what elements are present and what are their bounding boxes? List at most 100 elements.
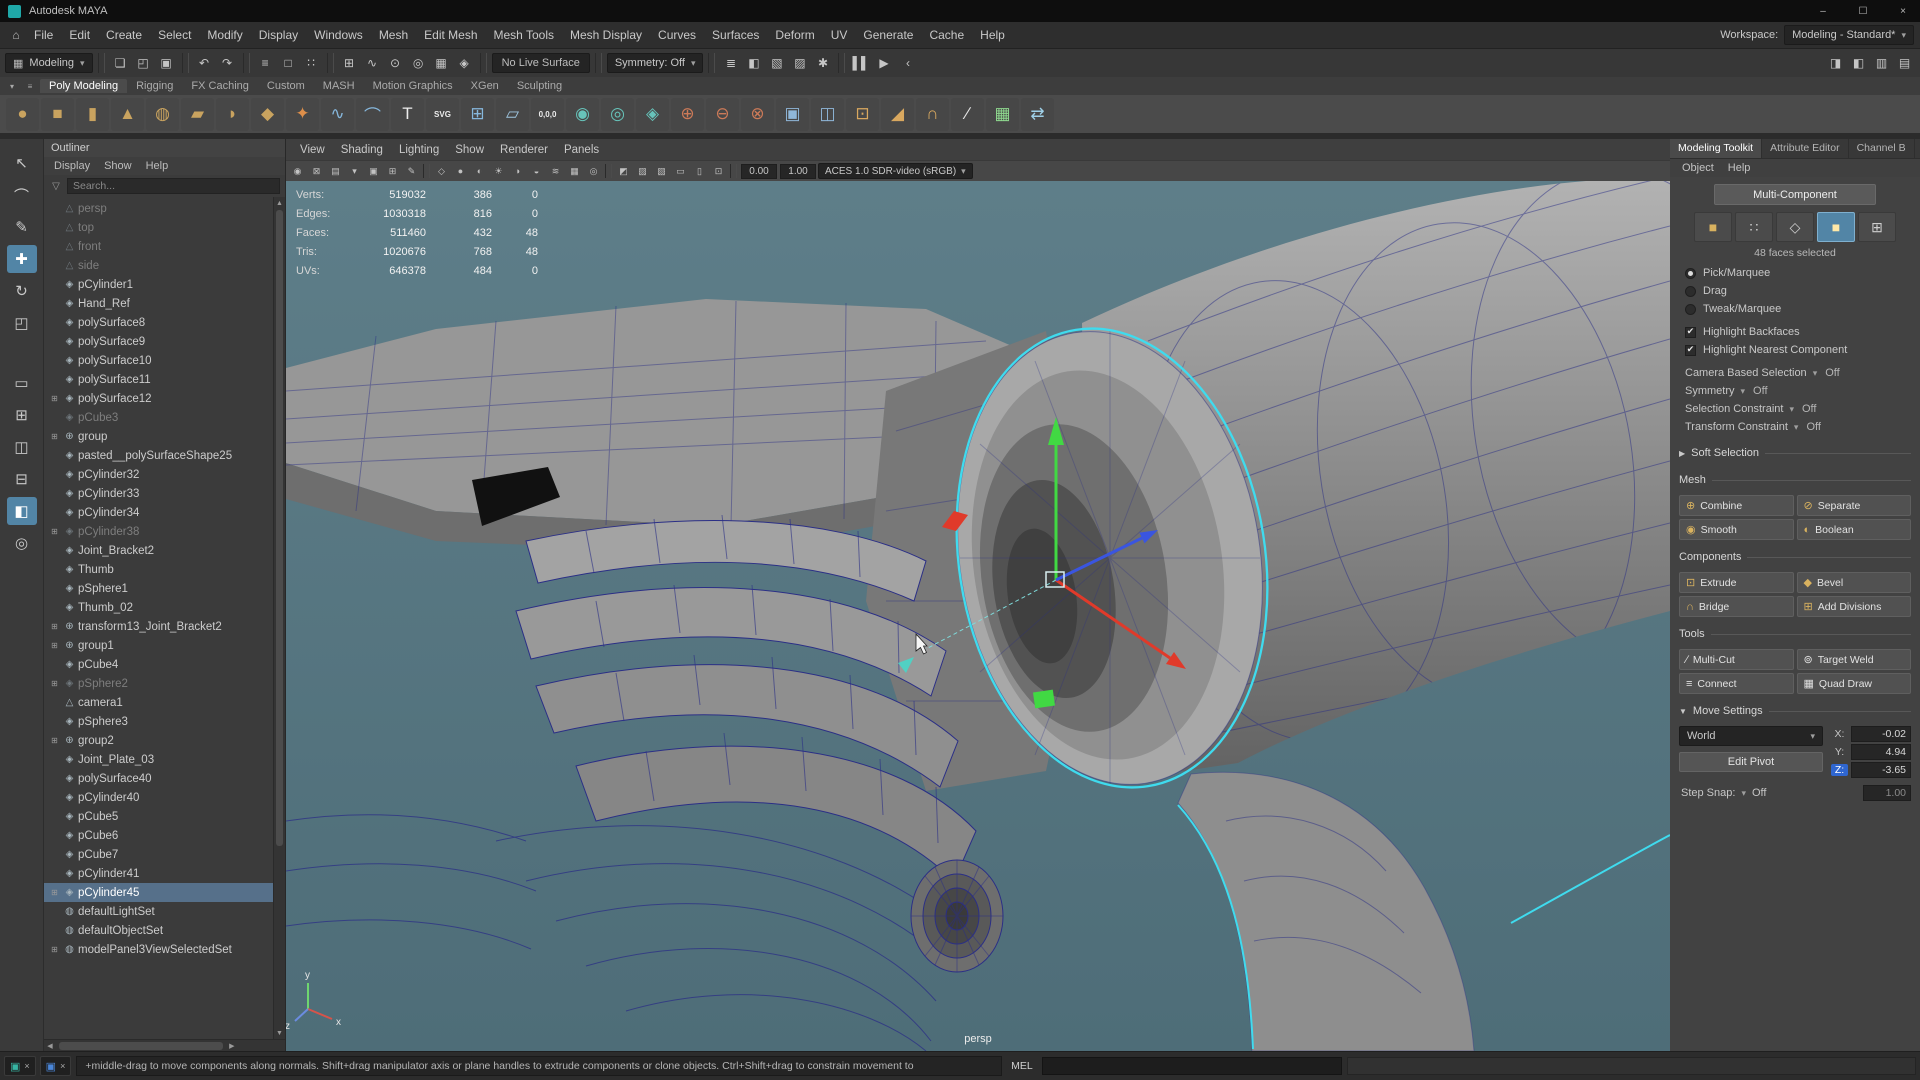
tools-section-header[interactable]: Tools <box>1679 624 1911 644</box>
paint-select-tool-icon[interactable]: ✎ <box>7 213 37 241</box>
panel-menu-item[interactable]: View <box>292 142 333 158</box>
move-settings-section[interactable]: Move Settings <box>1679 701 1911 721</box>
symmetry-dropdown[interactable]: Symmetry: Off <box>607 53 704 73</box>
maya-home-icon[interactable] <box>6 28 26 42</box>
isolate-select-icon[interactable]: ◩ <box>615 163 632 180</box>
snap-to-curves-icon[interactable]: ∿ <box>362 53 383 74</box>
scale-tool-icon[interactable]: ◰ <box>7 309 37 337</box>
outliner-item[interactable]: ◈ polySurface40 <box>44 769 273 788</box>
interactive-playback-icon[interactable]: ▶ <box>873 53 894 74</box>
exposure-field[interactable]: 0.00 <box>741 164 777 179</box>
shelf-tab[interactable]: Rigging <box>127 79 182 93</box>
stacked-layout-icon[interactable]: ⊟ <box>7 465 37 493</box>
menu-set-dropdown[interactable]: Modeling <box>5 53 93 73</box>
boolean-union-icon[interactable]: ⊕ <box>671 98 704 131</box>
outliner-item[interactable]: △ camera1 <box>44 693 273 712</box>
single-pane-layout-icon[interactable]: ▭ <box>7 369 37 397</box>
components-section-header[interactable]: Components <box>1679 547 1911 567</box>
outliner-item[interactable]: ⊞ ⊕ group1 <box>44 636 273 655</box>
shelf-tab[interactable]: MASH <box>314 79 364 93</box>
maximize-button[interactable]: ☐ <box>1854 6 1872 17</box>
menubar-item[interactable]: Edit Mesh <box>416 24 485 46</box>
outliner-item[interactable]: ◈ pSphere1 <box>44 579 273 598</box>
smooth-mesh-icon[interactable]: ◉ <box>566 98 599 131</box>
boolean-intersection-icon[interactable]: ⊗ <box>741 98 774 131</box>
panel-menu-item[interactable]: Panels <box>556 142 607 158</box>
menubar-item[interactable]: Deform <box>767 24 822 46</box>
tool-settings-toggle-icon[interactable]: ◧ <box>1848 53 1869 74</box>
ep-curve-icon[interactable]: ∿ <box>321 98 354 131</box>
outliner-item[interactable]: △ persp <box>44 199 273 218</box>
toolkit-menu-item[interactable]: Help <box>1722 162 1757 174</box>
camera-attributes-icon[interactable]: ▤ <box>327 163 344 180</box>
grease-pencil-icon[interactable]: ✎ <box>403 163 420 180</box>
outliner-item[interactable]: ◈ Thumb <box>44 560 273 579</box>
toolkit-menu-item[interactable]: Object <box>1676 162 1720 174</box>
undo-icon[interactable]: ↶ <box>194 53 215 74</box>
shelf-options-icon[interactable] <box>22 79 38 93</box>
panel-menu-item[interactable]: Show <box>447 142 492 158</box>
xray-icon[interactable]: ▨ <box>634 163 651 180</box>
connect-button[interactable]: ≡ Connect <box>1679 673 1794 694</box>
outliner-item[interactable]: ◍ defaultLightSet <box>44 902 273 921</box>
minimize-button[interactable]: – <box>1814 6 1832 17</box>
outliner-item[interactable]: ◈ Thumb_02 <box>44 598 273 617</box>
snap-to-view-planes-icon[interactable]: ▦ <box>431 53 452 74</box>
ipr-render-icon[interactable]: ▨ <box>789 53 810 74</box>
outliner-item[interactable]: ⊞ ◈ pSphere2 <box>44 674 273 693</box>
expand-toggle-icon[interactable]: ⊞ <box>48 641 61 650</box>
outliner-item[interactable]: ◈ Joint_Plate_03 <box>44 750 273 769</box>
menubar-item[interactable]: Curves <box>650 24 704 46</box>
expand-toggle-icon[interactable]: ⊞ <box>48 736 61 745</box>
polygon-cube-icon[interactable]: ■ <box>41 98 74 131</box>
sculpt-mesh-icon[interactable]: ✦ <box>286 98 319 131</box>
bezier-curve-icon[interactable]: ⌒ <box>356 98 389 131</box>
lasso-tool-icon[interactable]: ⌒ <box>7 181 37 209</box>
outliner-item[interactable]: ◈ polySurface8 <box>44 313 273 332</box>
field-chart-icon[interactable]: ⊡ <box>710 163 727 180</box>
multi-component-button[interactable]: Multi-Component <box>1714 184 1876 205</box>
constraint-row[interactable]: Selection Constraint Off <box>1679 400 1911 418</box>
outliner-item[interactable]: △ side <box>44 256 273 275</box>
outliner-item[interactable]: ◈ pCube3 <box>44 408 273 427</box>
step-snap-size-field[interactable]: 1.00 <box>1863 785 1911 801</box>
bookmarks-icon[interactable]: ▾ <box>346 163 363 180</box>
channel-box-toggle-icon[interactable]: ▥ <box>1871 53 1892 74</box>
attribute-editor-toggle-icon[interactable]: ◨ <box>1825 53 1846 74</box>
shelf-tab[interactable]: XGen <box>462 79 508 93</box>
bevel-button[interactable]: ◆ Bevel <box>1797 572 1912 593</box>
select-by-hierarchy-icon[interactable]: ≡ <box>255 53 276 74</box>
use-all-lights-icon[interactable]: ☀ <box>490 163 507 180</box>
pause-viewport-icon[interactable]: ▌▌ <box>850 53 871 74</box>
constraint-row[interactable]: Camera Based Selection Off <box>1679 364 1911 382</box>
face-mode-icon[interactable]: ■ <box>1817 212 1855 242</box>
object-mode-icon[interactable]: ■ <box>1694 212 1732 242</box>
zoom-tool-icon[interactable]: ◎ <box>7 529 37 557</box>
multi-cut-button[interactable]: ∕ Multi-Cut <box>1679 649 1794 670</box>
shelf-tab[interactable]: Motion Graphics <box>364 79 462 93</box>
panel-menu-item[interactable]: Lighting <box>391 142 447 158</box>
menubar-item[interactable]: Generate <box>855 24 921 46</box>
menubar-item[interactable]: Help <box>972 24 1013 46</box>
close-button[interactable]: × <box>1894 6 1912 17</box>
edit-pivot-button[interactable]: Edit Pivot <box>1679 752 1823 772</box>
menubar-item[interactable]: Mesh Tools <box>486 24 562 46</box>
polygon-cylinder-icon[interactable]: ▮ <box>76 98 109 131</box>
outliner-item[interactable]: ⊞ ⊕ transform13_Joint_Bracket2 <box>44 617 273 636</box>
save-scene-icon[interactable]: ▣ <box>156 53 177 74</box>
bridge-shelf-icon[interactable]: ∩ <box>916 98 949 131</box>
outliner-menu-item[interactable]: Help <box>140 160 175 172</box>
outliner-item[interactable]: ◈ pCube4 <box>44 655 273 674</box>
constraint-row[interactable]: Transform Constraint Off <box>1679 418 1911 436</box>
outliner-item[interactable]: ⊞ ◍ modelPanel3ViewSelectedSet <box>44 940 273 959</box>
outliner-item[interactable]: ◈ Hand_Ref <box>44 294 273 313</box>
polygon-plane-icon[interactable]: ▰ <box>181 98 214 131</box>
menubar-item[interactable]: Surfaces <box>704 24 767 46</box>
panel-menu-item[interactable]: Shading <box>333 142 391 158</box>
wireframe-on-shaded-icon[interactable]: ▧ <box>653 163 670 180</box>
workspace-dropdown[interactable]: Modeling - Standard* <box>1784 25 1914 45</box>
render-settings-icon[interactable]: ✱ <box>812 53 833 74</box>
combine-button[interactable]: ⊕ Combine <box>1679 495 1794 516</box>
outliner-item[interactable]: ◈ pCylinder33 <box>44 484 273 503</box>
outliner-item[interactable]: ◈ pCylinder40 <box>44 788 273 807</box>
